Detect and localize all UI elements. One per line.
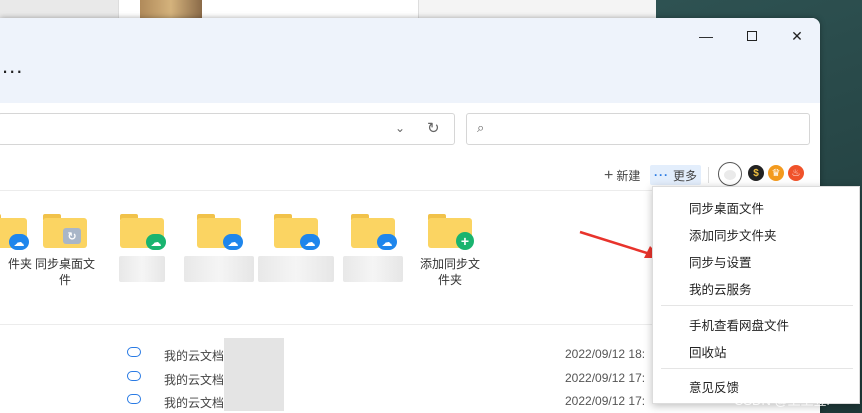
more-label: 更多 [673,168,698,183]
cloud-sync-icon: ☁ [223,234,243,250]
background-window-2 [418,0,656,20]
cloud-sync-icon: ☁ [300,234,320,250]
folder-label-redacted [184,256,254,282]
add-sync-folder-item[interactable]: + 添加同步文件夹 [405,214,495,288]
window-title: ... [2,53,24,78]
cloud-sync-icon: ☁ [377,234,397,250]
cloud-icon [127,371,141,381]
minimize-button[interactable]: — [692,24,720,48]
menu-item-add-sync-folder[interactable]: 添加同步文件夹 [689,225,777,244]
folder-label-redacted [258,256,334,282]
folder-label: 添加同步文件夹 [419,257,480,287]
more-dots-icon: ··· [654,168,669,182]
minimize-icon: — [699,28,713,44]
path-input[interactable]: ⌄ ↻ [0,113,455,145]
menu-item-recycle-bin[interactable]: 回收站 [689,342,727,361]
cloud-icon [127,394,141,404]
menu-separator [661,368,853,369]
file-name: 我的云文档 [164,396,225,410]
cloud-icon [127,347,141,357]
folder-icon: ☁ [274,214,320,250]
navigation-toolbar: ⌄ ↻ ⌕ [0,113,820,145]
svip-badge-icon[interactable]: $ [748,165,764,181]
action-bar: + 新建 ··· 更多 $ ♛ ♨ [600,162,820,187]
folder-label: 同步桌面文件 [34,257,95,287]
background-thumbnail [140,0,202,18]
hot-badge-icon[interactable]: ♨ [788,165,804,181]
avatar-face-icon [724,170,736,180]
watermark-text: CSDN @上上签i [734,393,830,408]
menu-item-feedback[interactable]: 意见反馈 [689,377,739,396]
menu-item-sync-settings[interactable]: 同步与设置 [689,252,752,271]
refresh-icon[interactable]: ↻ [427,119,440,137]
sync-icon: ↻ [63,228,81,244]
file-name: 我的云文档 [164,349,225,363]
folder-icon: + [428,214,474,250]
maximize-button[interactable] [738,24,766,48]
plus-circle-icon: + [456,232,474,250]
folder-icon: ↻ [43,214,87,248]
crown-badge-icon[interactable]: ♛ [768,165,784,181]
divider [708,167,709,183]
file-date: 2022/09/12 18: [565,347,646,361]
menu-separator [661,305,853,306]
new-label: 新建 [616,169,641,183]
file-date: 2022/09/12 17: [565,394,646,408]
close-icon: ✕ [791,27,803,44]
chevron-down-icon[interactable]: ⌄ [395,121,405,135]
more-button[interactable]: ··· 更多 [650,165,702,185]
folder-label-redacted [119,256,165,282]
folder-label-redacted [343,256,403,282]
folder-icon: ☁ [351,214,397,250]
menu-item-mobile-view[interactable]: 手机查看网盘文件 [689,315,789,334]
menu-item-sync-desktop[interactable]: 同步桌面文件 [689,198,764,217]
folder-icon: ☁ [197,214,243,250]
folder-icon: ☁ [120,214,166,250]
title-bar: ... — ✕ [0,18,820,103]
redacted-block [224,338,284,364]
avatar[interactable] [718,162,742,186]
redacted-block [224,385,284,411]
maximize-icon [747,31,757,41]
search-input[interactable]: ⌕ [466,113,810,145]
file-name: 我的云文档 [164,373,225,387]
close-button[interactable]: ✕ [783,24,811,48]
more-dropdown-menu: 同步桌面文件 添加同步文件夹 同步与设置 我的云服务 手机查看网盘文件 回收站 … [652,186,860,404]
cloud-sync-icon: ☁ [146,234,166,250]
new-button[interactable]: + 新建 [604,167,640,184]
plus-icon: + [604,166,614,184]
file-date: 2022/09/12 17: [565,371,646,385]
menu-item-my-cloud-service[interactable]: 我的云服务 [689,279,752,298]
search-icon: ⌕ [477,120,485,135]
